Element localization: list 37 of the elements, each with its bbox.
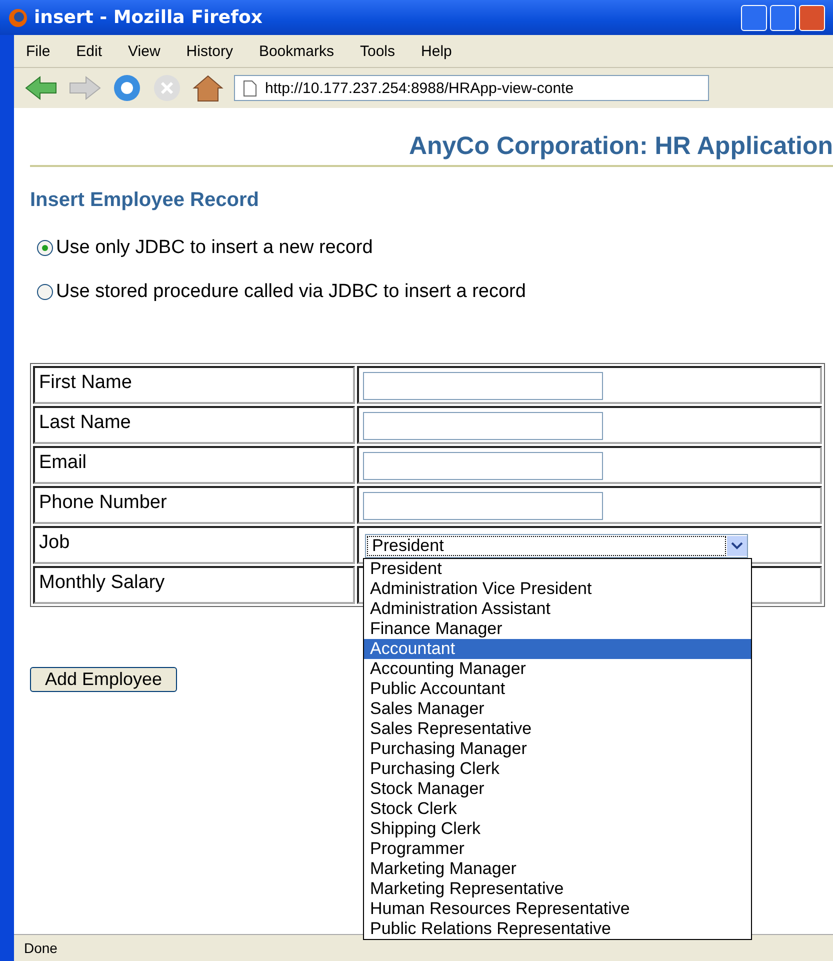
menu-item[interactable]: View [128, 42, 160, 60]
home-icon[interactable] [192, 73, 224, 103]
window-title: insert - Mozilla Firefox [34, 7, 262, 28]
field-label: First Name [39, 372, 133, 394]
field-label: Phone Number [39, 492, 168, 514]
status-text: Done [24, 940, 58, 956]
address-field[interactable]: http://10.177.237.254:8988/HRApp-view-conte [234, 75, 709, 101]
dropdown-option[interactable]: Accountant [364, 639, 751, 659]
caret-icon [731, 542, 743, 550]
field-label: Last Name [39, 412, 132, 434]
field-label: Email [39, 452, 88, 474]
reload-icon[interactable] [112, 73, 142, 103]
menu-item[interactable]: Bookmarks [258, 42, 334, 60]
input-field[interactable] [363, 492, 603, 520]
radio-button[interactable] [36, 283, 54, 301]
input-field[interactable] [363, 452, 603, 480]
page-icon [243, 80, 257, 96]
browser-logo-icon [8, 8, 28, 28]
input-field[interactable] [363, 412, 603, 440]
menu-item[interactable]: History [186, 42, 233, 60]
minimize-button[interactable] [741, 4, 767, 30]
radio-label: Use stored procedure called via JDBC to insert a record [56, 281, 526, 303]
field-label: Job [39, 532, 71, 554]
field-label: Monthly Salary [39, 572, 166, 594]
menu-item[interactable]: Edit [76, 42, 102, 60]
page-heading: Insert Employee Record [30, 189, 260, 212]
input-field[interactable] [363, 372, 603, 400]
add-employee-button[interactable]: Add Employee [30, 667, 178, 692]
app-title: AnyCo Corporation: HR Application [408, 132, 833, 161]
menu-item[interactable]: File [26, 42, 50, 60]
menu-item[interactable]: Help [421, 42, 452, 60]
back-arrow-icon[interactable] [24, 75, 58, 101]
close-button[interactable] [799, 4, 825, 30]
radio-button[interactable] [36, 239, 54, 257]
maximize-button[interactable] [770, 4, 796, 30]
menu-item[interactable]: Tools [360, 42, 396, 60]
radio-label: Use only JDBC to insert a new record [56, 237, 373, 259]
